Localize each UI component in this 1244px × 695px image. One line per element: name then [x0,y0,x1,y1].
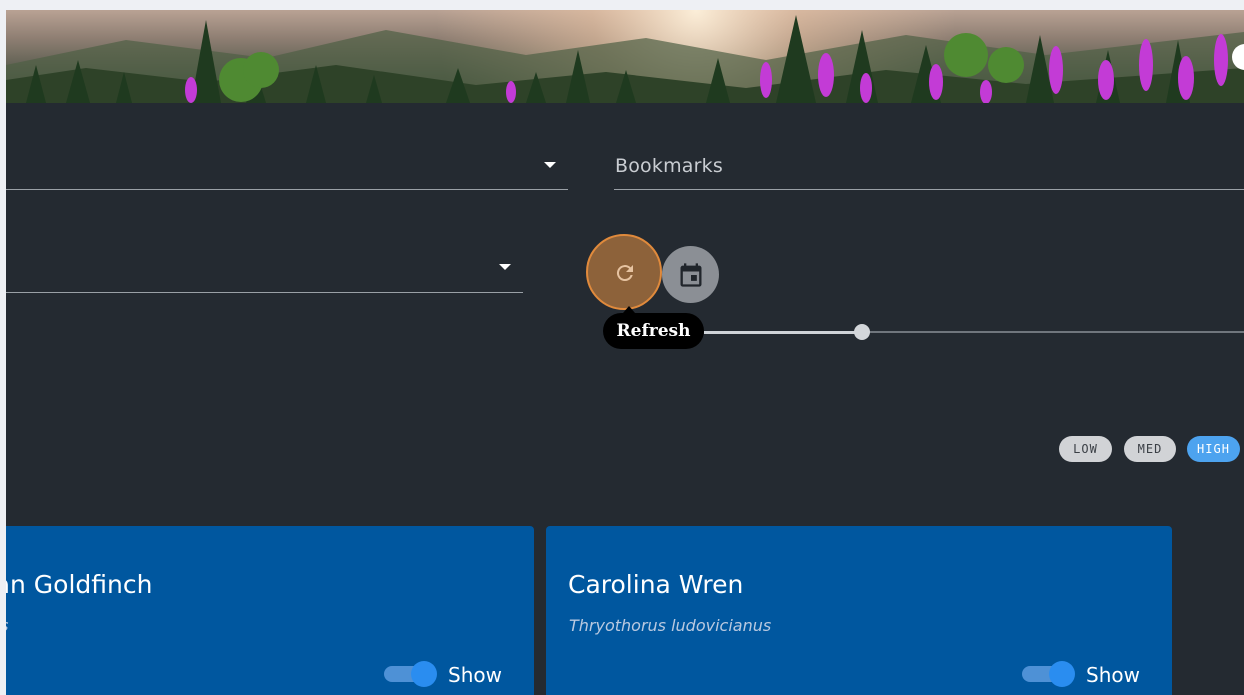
toggle-knob[interactable] [1049,661,1075,687]
app-root: Bookmarks Refresh LOW MED HIGH ican Gold… [6,10,1244,695]
bird-card-title: Carolina Wren [568,570,744,599]
refresh-button[interactable] [586,234,662,310]
chip-low[interactable]: LOW [1059,436,1112,462]
bird-card[interactable]: Carolina Wren Thryothorus ludovicianus S… [546,526,1172,695]
bird-card[interactable]: ican Goldfinch ristis Show [6,526,534,695]
refresh-tooltip: Refresh [603,313,704,349]
banner-image [6,10,1244,103]
bird-card-scientific-name: ristis [6,616,8,635]
chip-high[interactable]: HIGH [1187,436,1240,462]
show-toggle[interactable] [384,660,440,688]
bookmarks-placeholder: Bookmarks [615,155,723,177]
slider-track[interactable] [862,331,1244,333]
bird-card-title: ican Goldfinch [6,570,153,599]
show-toggle-label: Show [1086,663,1140,687]
select-top-caret-icon[interactable] [544,162,556,168]
show-toggle[interactable] [1022,660,1078,688]
banner-scenery [6,10,1244,103]
calendar-button[interactable] [662,246,719,303]
show-toggle-label: Show [448,663,502,687]
tooltip-arrow [623,306,635,313]
select-second-caret-icon[interactable] [499,264,511,270]
bird-card-scientific-name: Thryothorus ludovicianus [569,616,772,635]
slider-track-active [704,331,862,334]
toggle-knob[interactable] [411,661,437,687]
refresh-icon [616,265,633,282]
select-top-underline [6,189,568,190]
bookmarks-underline [614,189,1244,190]
chip-med[interactable]: MED [1124,436,1176,462]
slider-thumb[interactable] [854,324,870,340]
calendar-icon [680,263,702,287]
select-second-underline [6,292,523,293]
